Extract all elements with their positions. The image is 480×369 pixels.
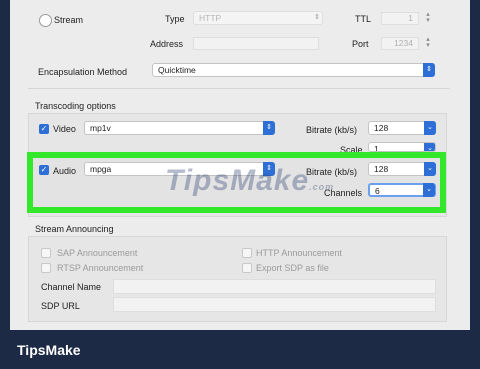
http-announce-label: HTTP Announcement	[256, 248, 342, 258]
updown-chevron-icon: ⇕	[423, 63, 435, 77]
scale-value: 1	[374, 144, 379, 152]
export-sdp-checkbox[interactable]	[242, 263, 252, 273]
ttl-field[interactable]: 1	[381, 12, 419, 25]
ttl-stepper-icon[interactable]: ▴ ▾	[424, 11, 432, 25]
audio-checkbox[interactable]: ✓	[39, 165, 49, 175]
export-sdp-label: Export SDP as file	[256, 263, 329, 273]
address-field[interactable]	[193, 37, 319, 50]
port-field[interactable]: 1234	[381, 37, 419, 50]
video-label: Video	[53, 124, 76, 134]
channels-value: 6	[375, 186, 380, 196]
scale-select[interactable]: 1 ⌄	[368, 142, 436, 152]
transcoding-title: Transcoding options	[35, 101, 116, 111]
audio-bitrate-select[interactable]: 128 ⌄	[368, 162, 436, 176]
stream-radio-label: Stream	[54, 15, 84, 25]
sdp-url-label: SDP URL	[41, 301, 80, 311]
chevron-down-icon: ⌄	[424, 162, 436, 176]
port-stepper-icon[interactable]: ▴ ▾	[424, 36, 432, 50]
announce-title: Stream Announcing	[35, 224, 114, 234]
video-bitrate-label: Bitrate (kb/s)	[306, 125, 358, 135]
sap-label: SAP Announcement	[57, 248, 138, 258]
audio-bitrate-value: 128	[374, 164, 389, 174]
sap-checkbox[interactable]	[41, 248, 51, 258]
port-label: Port	[352, 39, 369, 49]
encapsulation-select[interactable]: Quicktime ⇕	[152, 63, 435, 77]
updown-chevron-icon: ⇕	[263, 121, 275, 135]
tipsmake-watermark: TipsMake.com	[165, 164, 334, 198]
channel-name-label: Channel Name	[41, 282, 102, 292]
ttl-label: TTL	[355, 14, 372, 24]
watermark-suffix: .com	[309, 182, 335, 192]
encapsulation-label: Encapsulation Method	[38, 67, 128, 77]
rtsp-checkbox[interactable]	[41, 263, 51, 273]
footer-brand: TipsMake	[17, 342, 81, 358]
chevron-down-icon: ⌄	[424, 143, 435, 151]
video-bitrate-value: 128	[374, 123, 389, 133]
address-label: Address	[150, 39, 184, 49]
video-bitrate-select[interactable]: 128 ⌄	[368, 121, 436, 135]
http-announce-checkbox[interactable]	[242, 248, 252, 258]
sdp-url-field[interactable]	[113, 297, 436, 312]
video-checkbox[interactable]: ✓	[39, 124, 49, 134]
updown-chevron-icon: ⇕	[314, 14, 320, 21]
watermark-text: TipsMake	[165, 164, 310, 197]
stream-radio[interactable]	[39, 14, 52, 27]
channel-name-field[interactable]	[113, 279, 436, 294]
video-codec-select[interactable]: mp1v ⇕	[84, 121, 275, 135]
rtsp-label: RTSP Announcement	[57, 263, 144, 273]
type-select[interactable]: HTTP ⇕	[193, 11, 323, 25]
video-codec-value: mp1v	[90, 123, 111, 133]
audio-codec-value: mpga	[90, 164, 112, 174]
channels-select[interactable]: 6 ⌄	[368, 183, 436, 197]
stream-output-dialog: Stream Type HTTP ⇕ TTL 1 ▴ ▾ Address Port…	[10, 0, 470, 330]
type-select-value: HTTP	[199, 13, 222, 23]
chevron-down-icon: ⌄	[423, 183, 435, 197]
chevron-down-icon: ⌄	[424, 121, 436, 135]
encapsulation-value: Quicktime	[158, 65, 196, 75]
divider	[28, 88, 450, 89]
audio-label: Audio	[53, 166, 77, 176]
type-label: Type	[165, 14, 185, 24]
